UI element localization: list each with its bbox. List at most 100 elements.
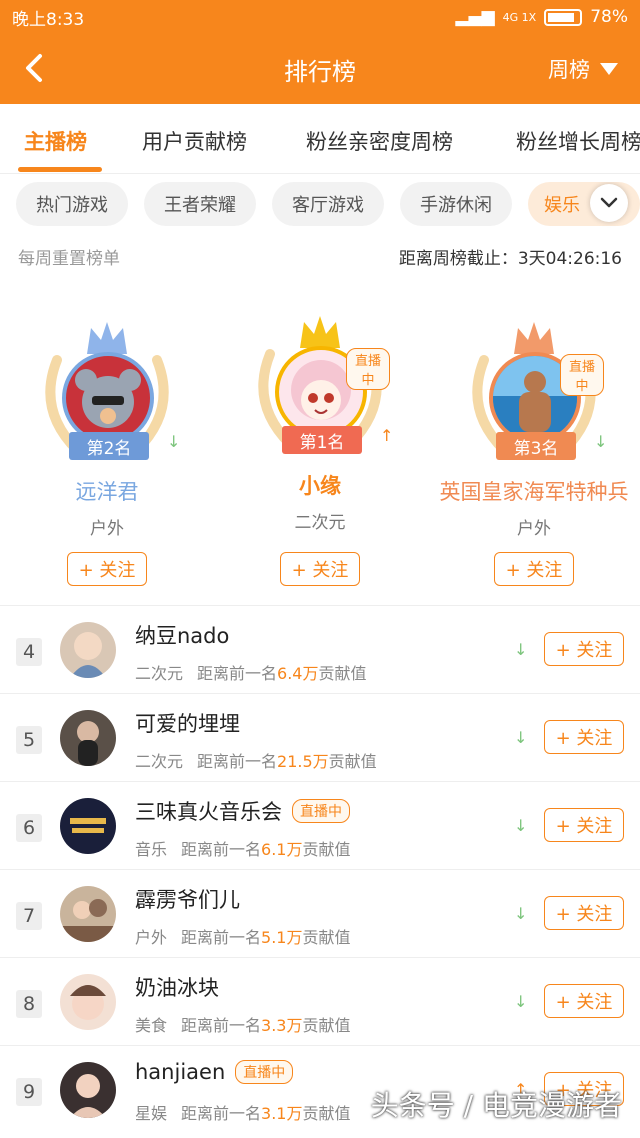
follow-button[interactable]: + 关注	[67, 552, 147, 586]
streamer-category: 二次元	[135, 752, 184, 771]
rank-ribbon: 第2名	[69, 432, 149, 460]
streamer-name: 纳豆nado	[135, 624, 230, 648]
chip-living-room-games[interactable]: 客厅游戏	[272, 182, 384, 226]
chip-hot-games[interactable]: 热门游戏	[16, 182, 128, 226]
contribution-gap: 距离前一名3.1万贡献值	[181, 1100, 350, 1124]
period-selector[interactable]: 周榜	[548, 54, 618, 84]
rank-number: 6	[16, 814, 42, 842]
chip-honor-of-kings[interactable]: 王者荣耀	[144, 182, 256, 226]
network-label: 4G 1X	[502, 10, 537, 24]
period-label: 周榜	[548, 58, 590, 82]
streamer-name: 霹雳爷们儿	[135, 888, 240, 912]
navigation-bar: 排行榜 周榜	[0, 34, 640, 104]
gap-prefix: 距离前一名	[181, 840, 262, 859]
follow-button[interactable]: + 关注	[544, 632, 624, 666]
signal-icon: ▂▄▆	[455, 7, 495, 27]
page-title: 排行榜	[284, 58, 356, 86]
contribution-gap: 距离前一名21.5万贡献值	[197, 748, 377, 772]
gap-value: 6.1万	[261, 840, 303, 859]
gap-value: 21.5万	[277, 752, 329, 771]
gap-prefix: 距离前一名	[197, 752, 278, 771]
chip-mobile-casual[interactable]: 手游休闲	[400, 182, 512, 226]
follow-button[interactable]: + 关注	[544, 984, 624, 1018]
list-item[interactable]: 5 可爱的埋埋 二次元 距离前一名21.5万贡献值 ↓ + 关注	[0, 693, 640, 781]
streamer-name-row: 霹雳爷们儿	[135, 884, 240, 914]
avatar-image	[75, 369, 141, 428]
podium-third: 直播中 第3名 ↓ 英国皇家海军特种兵 户外 + 关注	[440, 290, 629, 590]
tab-fan-intimacy[interactable]: 粉丝亲密度周榜	[306, 126, 453, 156]
list-item[interactable]: 6 三味真火音乐会 直播中 音乐 距离前一名6.1万贡献值 ↓ + 关注	[0, 781, 640, 869]
rank-number: 5	[16, 726, 42, 754]
rank-number: 9	[16, 1078, 42, 1106]
watermark: 头条号 / 电竞漫游者	[370, 1089, 622, 1122]
streamer-name: 可爱的埋埋	[135, 712, 240, 736]
trend-down-icon: ↓	[514, 904, 528, 923]
streamer-name-row: 奶油冰块	[135, 972, 219, 1002]
crown-icon	[87, 322, 127, 354]
follow-button[interactable]: + 关注	[544, 720, 624, 754]
gap-value: 5.1万	[261, 928, 303, 947]
follow-button[interactable]: + 关注	[494, 552, 574, 586]
streamer-category: 二次元	[294, 513, 346, 533]
row-subtitle: 星娱 距离前一名3.1万贡献值	[135, 1100, 351, 1124]
crown-icon	[300, 316, 340, 348]
avatar-frame: 直播中 第1名 ↑	[250, 314, 394, 454]
follow-button[interactable]: + 关注	[544, 808, 624, 842]
streamer-name[interactable]: 小缘	[230, 470, 410, 500]
avatar-image	[70, 818, 106, 833]
avatar-image	[70, 985, 106, 1020]
countdown: 距离周榜截止：3天04:26:16	[398, 249, 622, 269]
status-time: 晚上8:33	[12, 9, 85, 30]
streamer-name[interactable]: 英国皇家海军特种兵	[424, 476, 640, 506]
status-bar: 晚上8:33 ▂▄▆ 4G 1X 78%	[0, 0, 640, 34]
trend-down-icon: ↓	[594, 432, 608, 451]
trend-up-icon: ↑	[380, 426, 394, 445]
follow-button[interactable]: + 关注	[544, 896, 624, 930]
avatar-image	[70, 1074, 106, 1118]
tab-user-contribution[interactable]: 用户贡献榜	[142, 126, 247, 156]
streamer-name: hanjiaen	[135, 1060, 226, 1084]
streamer-name[interactable]: 远洋君	[17, 476, 197, 506]
avatar-image	[77, 721, 99, 766]
avatar[interactable]	[62, 352, 154, 444]
battery-percent: 78%	[590, 7, 628, 27]
expand-categories-button[interactable]	[590, 184, 628, 222]
gap-suffix: 贡献值	[328, 752, 377, 771]
gap-value: 6.4万	[277, 664, 319, 683]
tab-fan-growth[interactable]: 粉丝增长周榜	[516, 126, 640, 156]
row-subtitle: 音乐 距离前一名6.1万贡献值	[135, 836, 351, 860]
list-item[interactable]: 7 霹雳爷们儿 户外 距离前一名5.1万贡献值 ↓ + 关注	[0, 869, 640, 957]
avatar-frame: 直播中 第3名 ↓	[464, 320, 608, 460]
row-subtitle: 户外 距离前一名5.1万贡献值	[135, 924, 351, 948]
trend-down-icon: ↓	[514, 640, 528, 659]
gap-prefix: 距离前一名	[181, 1104, 262, 1123]
streamer-category: 二次元	[135, 664, 184, 683]
streamer-category: 户外	[135, 928, 168, 947]
avatar	[60, 798, 116, 854]
streamer-category: 星娱	[135, 1104, 168, 1123]
podium-first: 直播中 第1名 ↑ 小缘 二次元 + 关注	[230, 284, 410, 586]
gap-suffix: 贡献值	[302, 1016, 351, 1035]
crown-icon	[514, 322, 554, 354]
streamer-name-row: 纳豆nado	[135, 620, 229, 650]
live-badge: 直播中	[235, 1060, 294, 1084]
list-item[interactable]: 8 奶油冰块 美食 距离前一名3.3万贡献值 ↓ + 关注	[0, 957, 640, 1045]
gap-value: 3.1万	[261, 1104, 303, 1123]
rank-number: 8	[16, 990, 42, 1018]
streamer-name: 三味真火音乐会	[135, 800, 282, 824]
gap-prefix: 距离前一名	[197, 664, 278, 683]
list-item[interactable]: 4 纳豆nado 二次元 距离前一名6.4万贡献值 ↓ + 关注	[0, 605, 640, 693]
gap-suffix: 贡献值	[302, 1104, 351, 1123]
follow-button[interactable]: + 关注	[280, 552, 360, 586]
trend-down-icon: ↓	[514, 992, 528, 1011]
rank-number: 7	[16, 902, 42, 930]
rank-ribbon: 第1名	[282, 426, 362, 454]
streamer-category: 美食	[135, 1016, 168, 1035]
gap-prefix: 距离前一名	[181, 928, 262, 947]
avatar-image	[70, 632, 106, 678]
row-subtitle: 二次元 距离前一名6.4万贡献值	[135, 660, 367, 684]
tab-streamer[interactable]: 主播榜	[24, 126, 87, 156]
reset-note: 每周重置榜单	[18, 249, 120, 269]
avatar	[60, 974, 116, 1030]
gap-suffix: 贡献值	[318, 664, 367, 683]
